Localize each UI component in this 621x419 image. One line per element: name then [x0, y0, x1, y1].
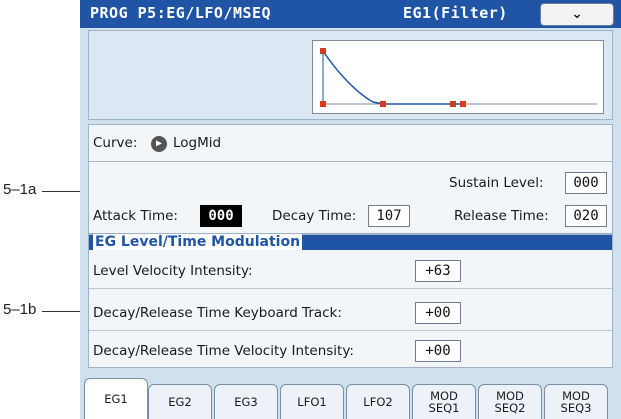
sustain-level-field[interactable]: 000 [565, 172, 607, 194]
divider [89, 161, 612, 162]
envelope-curve [322, 50, 463, 105]
envelope-node-sustain [450, 101, 456, 107]
curve-value[interactable]: LogMid [173, 135, 221, 151]
tab-label: LFO1 [297, 395, 327, 409]
tab-label: EG2 [168, 395, 192, 409]
release-time-label: Release Time: [454, 208, 549, 224]
curve-label: Curve: [93, 135, 138, 151]
envelope-node-origin [320, 101, 326, 107]
tab-mod-seq3[interactable]: MOD SEQ3 [544, 384, 608, 419]
eg-modulation-section: EG Level/Time Modulation Level Velocity … [88, 234, 613, 368]
tab-label: LFO2 [363, 395, 393, 409]
title-bar: PROG P5:EG/LFO/MSEQ EG1(Filter) ⌄ [80, 0, 621, 28]
eg-params-panel: Curve: ▶ LogMid Sustain Level: 000 Attac… [88, 124, 613, 234]
mod-row-label: Decay/Release Time Velocity Intensity: [93, 343, 354, 359]
decay-time-label: Decay Time: [272, 208, 357, 224]
mod-row-label: Level Velocity Intensity: [93, 263, 253, 279]
decay-time-field[interactable]: 107 [368, 205, 410, 227]
play-circle-icon[interactable]: ▶ [151, 136, 167, 152]
callout-5-1a: 5–1a [3, 181, 37, 198]
attack-time-field[interactable]: 000 [200, 205, 242, 227]
keyboard-track-field[interactable]: +00 [415, 302, 461, 324]
page-title: PROG P5:EG/LFO/MSEQ [90, 4, 272, 22]
page-tab-bar: EG1 EG2 EG3 LFO1 LFO2 MOD SEQ1 MOD SEQ2 … [80, 378, 621, 419]
attack-time-label: Attack Time: [93, 208, 178, 224]
page-menu-button[interactable]: ⌄ [540, 3, 614, 26]
tab-label: SEQ2 [494, 401, 526, 415]
tab-label: EG1 [104, 392, 128, 406]
tab-label: SEQ3 [560, 401, 592, 415]
row-divider [89, 288, 612, 289]
chevron-down-icon: ⌄ [571, 6, 583, 22]
tab-lfo1[interactable]: LFO1 [280, 384, 344, 419]
section-title: EG Level/Time Modulation [93, 234, 303, 250]
tab-mod-seq2[interactable]: MOD SEQ2 [478, 384, 542, 419]
level-velocity-intensity-field[interactable]: +63 [415, 260, 461, 282]
lcd-screen: PROG P5:EG/LFO/MSEQ EG1(Filter) ⌄ Curve:… [80, 0, 621, 419]
callout-5-1b: 5–1b [3, 301, 37, 318]
tab-eg2[interactable]: EG2 [148, 384, 212, 419]
tab-lfo2[interactable]: LFO2 [346, 384, 410, 419]
tab-eg3[interactable]: EG3 [214, 384, 278, 419]
envelope-node-start [320, 48, 326, 54]
envelope-node-release [460, 101, 466, 107]
velocity-intensity-field[interactable]: +00 [415, 340, 461, 362]
tab-mod-seq1[interactable]: MOD SEQ1 [412, 384, 476, 419]
tab-label: SEQ1 [428, 401, 460, 415]
tab-eg1[interactable]: EG1 [84, 378, 148, 419]
mod-row-label: Decay/Release Time Keyboard Track: [93, 305, 342, 321]
page-subtitle: EG1(Filter) [403, 4, 508, 22]
tab-label: EG3 [234, 395, 258, 409]
release-time-field[interactable]: 020 [565, 205, 607, 227]
envelope-graph [312, 40, 604, 114]
row-divider [89, 330, 612, 331]
sustain-level-label: Sustain Level: [449, 175, 544, 191]
envelope-node-decay [380, 101, 386, 107]
